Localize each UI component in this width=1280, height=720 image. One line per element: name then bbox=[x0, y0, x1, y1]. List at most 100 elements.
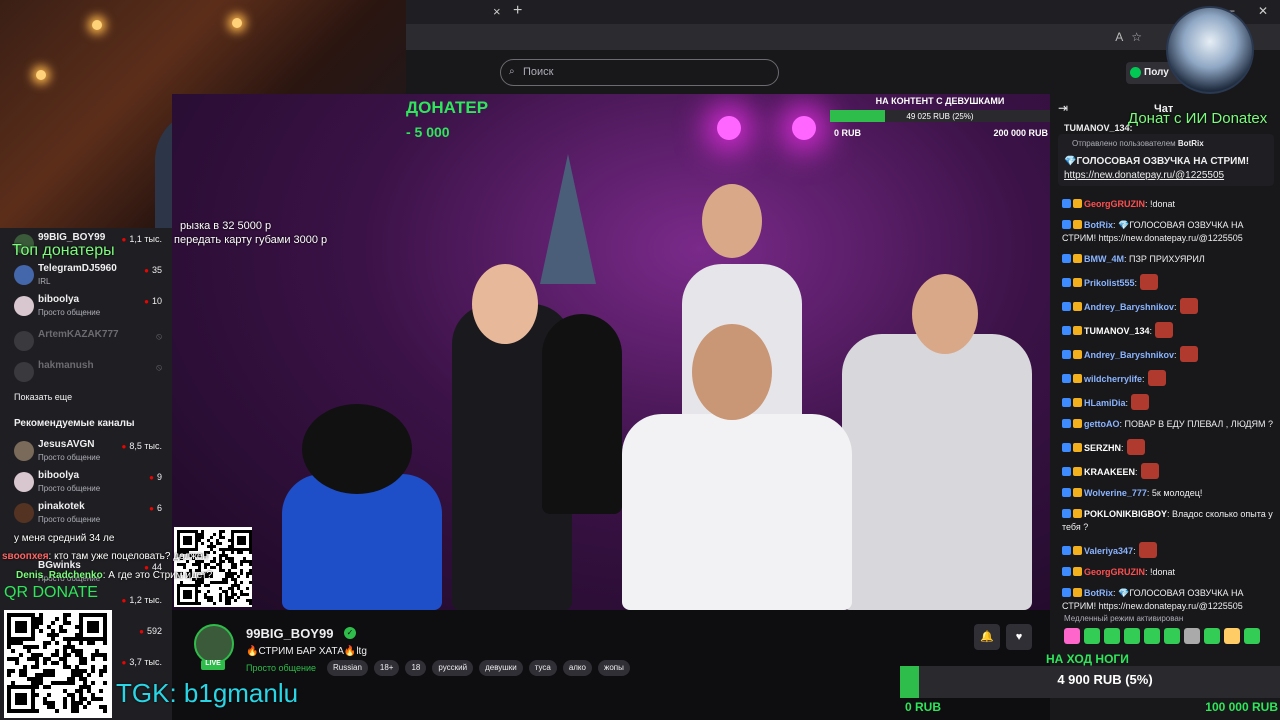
sidebar-channel[interactable]: pinakotek Просто общение 6 bbox=[14, 499, 168, 529]
chat-username[interactable]: wildcherrylife bbox=[1084, 374, 1142, 384]
qr-module bbox=[43, 645, 47, 649]
chat-username[interactable]: BotRix bbox=[1084, 220, 1113, 230]
chat-message-list: GeorgGRUZIN: !donat BotRix: 💎ГОЛОСОВАЯ ОЗ… bbox=[1062, 198, 1276, 621]
emote[interactable] bbox=[1084, 628, 1100, 644]
chat-text: : bbox=[1135, 467, 1138, 477]
chat-username[interactable]: KRAAKEEN bbox=[1084, 467, 1135, 477]
tag[interactable]: Russian bbox=[327, 660, 368, 676]
chat-username[interactable]: Prikolist555 bbox=[1084, 278, 1135, 288]
verified-icon: ✓ bbox=[344, 627, 356, 639]
viewer-count: 6 bbox=[149, 503, 162, 513]
emote[interactable] bbox=[1204, 628, 1220, 644]
collapse-chat-icon[interactable]: ⇥ bbox=[1058, 101, 1068, 115]
sidebar-channel[interactable]: hakmanush ⦸ bbox=[14, 358, 168, 388]
tag[interactable]: жопы bbox=[597, 660, 630, 676]
qr-module bbox=[39, 621, 43, 625]
tag[interactable]: 18+ bbox=[373, 660, 400, 676]
tag[interactable]: 18 bbox=[405, 660, 427, 676]
emote[interactable] bbox=[1124, 628, 1140, 644]
chat-username[interactable]: GeorgGRUZIN bbox=[1084, 199, 1145, 209]
avatar[interactable] bbox=[194, 624, 234, 664]
sidebar-channel[interactable]: TelegramDJ5960 IRL 35 bbox=[14, 261, 168, 291]
chat-username[interactable]: Andrey_Baryshnikov bbox=[1084, 302, 1174, 312]
chat-text: : ПЗР ПРИХУЯРИЛ bbox=[1124, 254, 1205, 264]
chat-username[interactable]: SERZHN bbox=[1084, 443, 1121, 453]
chat-username[interactable]: POKLONIKBIGBOY bbox=[1084, 509, 1167, 519]
address-bar[interactable]: A☆ bbox=[406, 24, 1280, 50]
channel-name: biboolya bbox=[38, 470, 80, 481]
channel-category: Просто общение bbox=[38, 515, 101, 524]
sidebar-channel[interactable]: ArtemKAZAK777 ⦸ bbox=[14, 327, 168, 357]
chat-message: Prikolist555: bbox=[1062, 274, 1276, 290]
chat-username[interactable]: TUMANOV_134 bbox=[1084, 326, 1150, 336]
stream-title: 🔥СТРИМ БАР ХАТА🔥ltg bbox=[246, 646, 367, 657]
pinned-link[interactable]: https://new.donatepay.ru/@1225505 bbox=[1064, 170, 1224, 181]
emote[interactable] bbox=[1164, 628, 1180, 644]
chat-username[interactable]: GeorgGRUZIN bbox=[1084, 567, 1145, 577]
avatar bbox=[14, 296, 34, 316]
sidebar-channel[interactable]: biboolya Просто общение 9 bbox=[14, 468, 168, 498]
video-player[interactable] bbox=[172, 94, 1050, 610]
new-tab-icon[interactable]: + bbox=[513, 2, 522, 20]
avatar bbox=[14, 362, 34, 382]
recommended-heading: Рекомендуемые каналы bbox=[14, 418, 135, 429]
emote[interactable] bbox=[1104, 628, 1120, 644]
chat-message: Andrey_Baryshnikov: bbox=[1062, 298, 1276, 314]
qr-module bbox=[31, 637, 35, 641]
qr-module bbox=[15, 661, 19, 665]
badge-icon bbox=[1073, 488, 1082, 497]
emote bbox=[1147, 370, 1166, 386]
chat-message: SERZHN: bbox=[1062, 439, 1276, 455]
stream-category[interactable]: Просто общение bbox=[246, 663, 316, 673]
sidebar-channel[interactable]: JesusAVGN Просто общение 8,5 тыс. bbox=[14, 437, 168, 467]
overlay-chat-user: Denis_Radchenko bbox=[16, 570, 103, 581]
window-close-icon[interactable]: ✕ bbox=[1258, 4, 1268, 18]
chat-username[interactable]: Wolverine_777 bbox=[1084, 488, 1147, 498]
emote[interactable] bbox=[1144, 628, 1160, 644]
pinned-user: BotRix bbox=[1177, 139, 1204, 148]
search-input[interactable]: ⌕ Поиск bbox=[500, 59, 779, 86]
emote[interactable] bbox=[1224, 628, 1240, 644]
bell-icon[interactable]: 🔔 bbox=[974, 624, 1000, 650]
chat-username[interactable]: Andrey_Baryshnikov bbox=[1084, 350, 1174, 360]
search-placeholder: Поиск bbox=[523, 66, 554, 78]
chat-message: wildcherrylife: bbox=[1062, 370, 1276, 386]
pinned-message[interactable]: Отправлено пользователем BotRix 💎ГОЛОСОВ… bbox=[1058, 134, 1274, 186]
chat-username[interactable]: HLamiDia bbox=[1084, 398, 1126, 408]
chat-username[interactable]: gettoAO bbox=[1084, 419, 1120, 429]
qr-module bbox=[198, 590, 201, 593]
badge-icon bbox=[1073, 374, 1082, 383]
emote[interactable] bbox=[1184, 628, 1200, 644]
badge-icon bbox=[1062, 443, 1071, 452]
slow-mode-notice: Медленный режим активирован bbox=[1064, 614, 1184, 623]
qr-module bbox=[201, 542, 204, 545]
chat-username[interactable]: BotRix bbox=[1084, 588, 1113, 598]
sidebar-channel[interactable]: biboolya Просто общение 10 bbox=[14, 292, 168, 322]
viewer-count: 1,1 тыс. bbox=[122, 234, 162, 244]
close-tab-icon[interactable]: × bbox=[493, 4, 501, 19]
qr-module bbox=[249, 602, 252, 605]
chat-username[interactable]: Valeriya347 bbox=[1084, 546, 1133, 556]
streamer-name[interactable]: 99BIG_BOY99 bbox=[246, 626, 333, 641]
chat-username[interactable]: BMW_4M bbox=[1084, 254, 1124, 264]
chat-message: BotRix: 💎ГОЛОСОВАЯ ОЗВУЧКА НА СТРИМ! htt… bbox=[1062, 219, 1276, 245]
login-icon bbox=[1130, 67, 1141, 78]
donater-amount: - 5 000 bbox=[406, 124, 450, 140]
emote[interactable] bbox=[1064, 628, 1080, 644]
avatar bbox=[14, 472, 34, 492]
qr-module bbox=[91, 641, 95, 645]
tag[interactable]: девушки bbox=[479, 660, 523, 676]
chat-text: : bbox=[1121, 443, 1124, 453]
viewer-count: 1,2 тыс. bbox=[122, 595, 162, 605]
heart-icon[interactable]: ♥ bbox=[1006, 624, 1032, 650]
tag[interactable]: алко bbox=[562, 660, 592, 676]
emote[interactable] bbox=[1244, 628, 1260, 644]
tag[interactable]: туса bbox=[528, 660, 557, 676]
address-bar-icons[interactable]: A☆ bbox=[1115, 30, 1150, 44]
badge-icon bbox=[1062, 350, 1071, 359]
tag[interactable]: русский bbox=[432, 660, 474, 676]
qr-module bbox=[51, 673, 55, 677]
qr-module bbox=[240, 572, 243, 575]
qr-module bbox=[75, 709, 79, 713]
show-more-link[interactable]: Показать еще bbox=[14, 392, 72, 402]
